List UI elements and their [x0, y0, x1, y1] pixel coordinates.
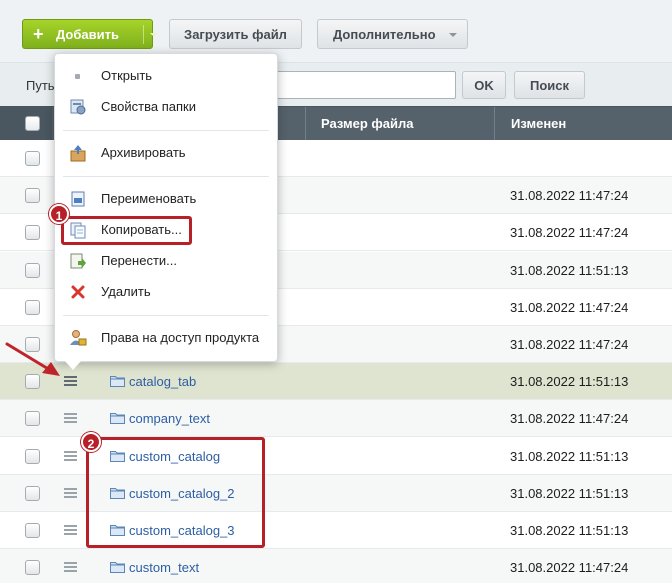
table-row[interactable]: company_text 31.08.2022 11:47:24: [0, 400, 672, 437]
modified-date: 31.08.2022 11:47:24: [510, 300, 629, 315]
move-icon: [69, 252, 87, 270]
delete-x-icon: [69, 283, 87, 301]
menu-divider: [63, 130, 269, 131]
user-lock-icon: [69, 329, 87, 347]
menu-item-label: Перенести...: [101, 253, 177, 268]
more-button-label: Дополнительно: [333, 27, 436, 42]
plus-icon: +: [33, 24, 44, 44]
modified-date: 31.08.2022 11:51:13: [510, 374, 629, 389]
search-button-label: Поиск: [529, 77, 569, 93]
row-checkbox[interactable]: [25, 188, 40, 203]
menu-item-label: Удалить: [101, 284, 151, 299]
table-row[interactable]: catalog_tab 31.08.2022 11:51:13: [0, 363, 672, 400]
row-checkbox[interactable]: [25, 263, 40, 278]
path-input[interactable]: [270, 71, 456, 99]
row-checkbox[interactable]: [25, 523, 40, 538]
row-menu-icon[interactable]: [64, 525, 78, 536]
folder-name-link[interactable]: catalog_tab: [129, 374, 196, 389]
row-menu-icon[interactable]: [64, 451, 78, 462]
row-checkbox[interactable]: [25, 151, 40, 166]
modified-date: 31.08.2022 11:47:24: [510, 188, 629, 203]
ok-button[interactable]: OK: [462, 71, 506, 99]
menu-item-archive[interactable]: Архивировать: [55, 141, 277, 165]
menu-divider: [63, 315, 269, 316]
modified-date: 31.08.2022 11:51:13: [510, 486, 629, 501]
menu-item-delete[interactable]: Удалить: [55, 280, 277, 304]
row-menu-icon[interactable]: [64, 413, 78, 424]
modified-date: 31.08.2022 11:47:24: [510, 225, 629, 240]
add-button-separator: [143, 25, 144, 44]
row-menu-icon[interactable]: [64, 488, 78, 499]
header-checkbox-cell: [0, 107, 52, 141]
row-checkbox[interactable]: [25, 300, 40, 315]
menu-item-open[interactable]: Открыть: [55, 64, 277, 88]
menu-item-label: Открыть: [101, 68, 153, 83]
upload-file-button[interactable]: Загрузить файл: [169, 19, 302, 49]
menu-item-label: Архивировать: [101, 145, 186, 160]
menu-item-label: Переименовать: [101, 191, 197, 206]
menu-item-label: Свойства папки: [101, 99, 196, 114]
folder-name-link[interactable]: custom_text: [129, 560, 199, 575]
folder-icon: [110, 412, 125, 424]
menu-pointer: [65, 361, 81, 370]
column-header-modified[interactable]: Изменен: [494, 107, 672, 141]
row-checkbox[interactable]: [25, 486, 40, 501]
column-header-size[interactable]: Размер файла: [305, 107, 494, 141]
modified-date: 31.08.2022 11:51:13: [510, 263, 629, 278]
annotation-box-2: [86, 437, 265, 548]
row-checkbox[interactable]: [25, 411, 40, 426]
annotation-number-2: 2: [81, 432, 101, 452]
more-button[interactable]: Дополнительно: [317, 19, 468, 49]
menu-item-move[interactable]: Перенести...: [55, 249, 277, 273]
modified-date: 31.08.2022 11:47:24: [510, 411, 629, 426]
annotation-number-1: 1: [49, 204, 69, 224]
menu-item-rename[interactable]: Переименовать: [55, 187, 277, 211]
modified-date: 31.08.2022 11:47:24: [510, 560, 629, 575]
row-checkbox[interactable]: [25, 449, 40, 464]
column-header-modified-label: Изменен: [511, 116, 567, 131]
folder-icon: [110, 561, 125, 573]
search-button[interactable]: Поиск: [514, 71, 585, 99]
add-button[interactable]: + Добавить: [22, 19, 158, 49]
context-menu: Открыть Свойства папки Архивировать Пере…: [49, 53, 278, 370]
folder-properties-icon: [69, 98, 87, 116]
row-checkbox[interactable]: [25, 560, 40, 575]
archive-box-icon: [69, 144, 87, 162]
menu-divider: [63, 176, 269, 177]
menu-item-label: Права на доступ продукта: [101, 330, 260, 345]
folder-name-link[interactable]: company_text: [129, 411, 210, 426]
row-menu-icon[interactable]: [64, 376, 78, 387]
menu-item-access-rights[interactable]: Права на доступ продукта: [55, 326, 277, 350]
add-button-label: Добавить: [56, 27, 119, 42]
column-header-size-label: Размер файла: [321, 116, 414, 131]
chevron-down-icon[interactable]: [150, 33, 158, 37]
upload-file-label: Загрузить файл: [184, 26, 287, 42]
row-checkbox[interactable]: [25, 225, 40, 240]
dot-icon: [69, 67, 87, 85]
path-label: Путь: [26, 78, 55, 93]
ok-button-label: OK: [474, 77, 494, 93]
rename-icon: [69, 190, 87, 208]
modified-date: 31.08.2022 11:51:13: [510, 523, 629, 538]
folder-icon: [110, 375, 125, 387]
modified-date: 31.08.2022 11:51:13: [510, 449, 629, 464]
modified-date: 31.08.2022 11:47:24: [510, 337, 629, 352]
table-row[interactable]: custom_text 31.08.2022 11:47:24: [0, 549, 672, 583]
annotation-box-1: [61, 216, 192, 245]
menu-item-folder-properties[interactable]: Свойства папки: [55, 95, 277, 119]
chevron-down-icon: [449, 33, 457, 37]
row-menu-icon[interactable]: [64, 562, 78, 573]
select-all-checkbox[interactable]: [25, 116, 40, 131]
